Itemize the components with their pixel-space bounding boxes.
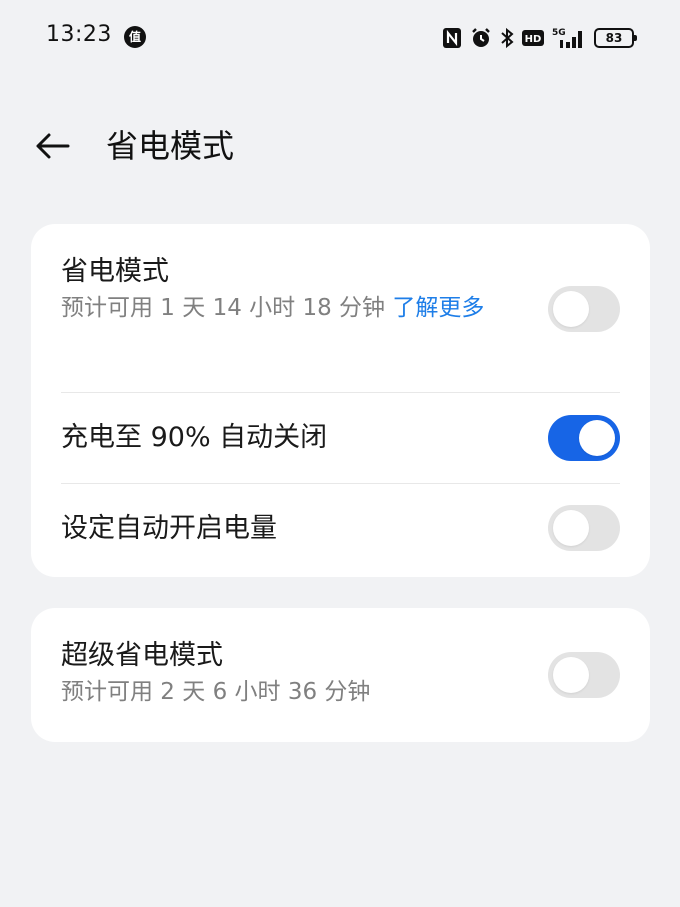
super-power-saving-title: 超级省电模式 [61,640,223,671]
battery-indicator: 83 [594,28,637,48]
super-power-saving-estimate: 预计可用 2 天 6 小时 36 分钟 [61,679,371,705]
toggle-knob [579,420,615,456]
divider [61,483,620,484]
system-icons: HD 5G 83 [442,24,637,52]
page-title: 省电模式 [106,127,235,165]
learn-more-link[interactable]: 了解更多 [392,295,484,321]
divider [61,392,620,393]
auto-off-toggle[interactable] [548,415,620,461]
power-saving-row[interactable]: 省电模式 预计可用 1 天 14 小时 18 分钟 了解更多 [61,254,620,326]
alarm-icon [470,27,492,49]
status-time: 13:23 [46,22,112,47]
5g-signal-icon: 5G [552,26,586,50]
super-power-saving-row[interactable]: 超级省电模式 预计可用 2 天 6 小时 36 分钟 [61,638,620,710]
auto-off-title: 充电至 90% 自动关闭 [61,422,328,453]
toggle-knob [553,291,589,327]
super-power-saving-card: 超级省电模式 预计可用 2 天 6 小时 36 分钟 [31,608,650,742]
auto-enable-level-row[interactable]: 设定自动开启电量 [61,511,620,547]
power-saving-settings-card: 省电模式 预计可用 1 天 14 小时 18 分钟 了解更多 充电至 90% 自… [31,224,650,577]
power-saving-estimate-text: 预计可用 1 天 14 小时 18 分钟 [61,295,393,321]
page-header: 省电模式 [0,110,680,182]
power-saving-estimate: 预计可用 1 天 14 小时 18 分钟 了解更多 [61,290,506,326]
auto-enable-level-toggle[interactable] [548,505,620,551]
auto-off-row[interactable]: 充电至 90% 自动关闭 [61,420,620,456]
toggle-knob [553,657,589,693]
auto-enable-level-title: 设定自动开启电量 [61,513,277,544]
power-saving-toggle[interactable] [548,286,620,332]
bluetooth-icon [500,27,514,49]
back-button[interactable] [30,124,74,168]
notification-app-icon: 值 [124,26,146,48]
nfc-icon [442,27,462,49]
svg-text:5G: 5G [552,28,566,38]
super-power-saving-toggle[interactable] [548,652,620,698]
power-saving-title: 省电模式 [61,256,169,287]
status-bar: 13:23 值 HD 5G 83 [0,0,680,76]
svg-text:HD: HD [525,34,542,45]
hd-icon: HD [522,29,544,47]
toggle-knob [553,510,589,546]
arrow-left-icon [36,133,70,159]
